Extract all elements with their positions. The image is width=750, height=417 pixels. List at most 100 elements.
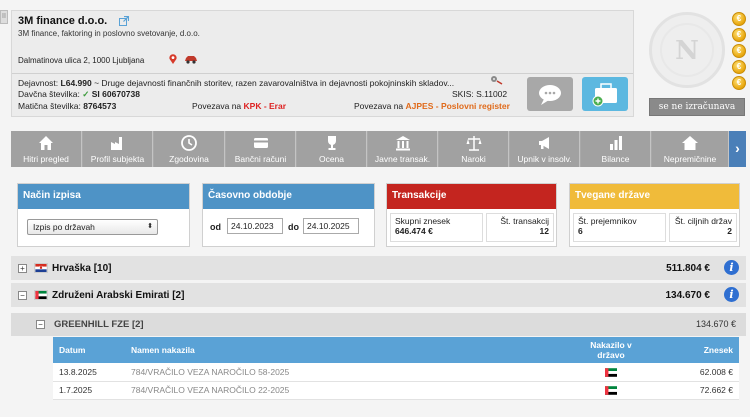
select-arrows-icon: ⬍ bbox=[147, 223, 153, 230]
gear-link-icon[interactable] bbox=[490, 75, 504, 85]
activity-row: Dejavnost: L64.990 ~ Druge dejavnosti fi… bbox=[18, 78, 455, 88]
kpk-link-row: Povezava na KPK - Erar bbox=[192, 101, 287, 111]
collapse-toggle[interactable]: − bbox=[18, 291, 27, 300]
euro-coin-icon: € bbox=[732, 28, 746, 42]
map-pin-icon[interactable] bbox=[168, 54, 178, 64]
car-icon[interactable] bbox=[184, 54, 198, 64]
tax-row: Davčna številka: ✓ SI 60670738 bbox=[18, 89, 140, 99]
tab-upnik-v-insolvenci[interactable]: Upnik v insolv. bbox=[510, 131, 580, 167]
recipient-name: GREENHILL FZE [2] bbox=[54, 319, 144, 330]
display-mode-select[interactable]: Izpis po državah ⬍ bbox=[27, 219, 158, 235]
croatia-flag-icon bbox=[34, 263, 48, 273]
uae-flag-icon bbox=[605, 368, 617, 377]
tab-bilance[interactable]: Bilance bbox=[581, 131, 651, 167]
time-period-panel: Časovno obdobje od 24.10.2023 do 24.10.2… bbox=[202, 183, 375, 247]
date-from-input[interactable]: 24.10.2023 bbox=[227, 218, 283, 234]
total-amount-cell: Skupni znesek 646.474 € bbox=[390, 213, 483, 242]
table-row[interactable]: 1.7.2025 784/VRAČILO VEZA NAROČILO 22-20… bbox=[53, 381, 739, 400]
date-to-input[interactable]: 24.10.2025 bbox=[303, 218, 359, 234]
company-name: 3M finance d.o.o. bbox=[18, 15, 108, 27]
risk-countries-title: Tvegane države bbox=[570, 184, 739, 209]
euro-coin-icon: € bbox=[732, 44, 746, 58]
rating-seal: N bbox=[649, 12, 725, 88]
add-to-portfolio-button[interactable] bbox=[582, 77, 628, 111]
transactions-title: Transakcije bbox=[387, 184, 556, 209]
registration-number: 8764573 bbox=[83, 101, 117, 111]
country-amount: 511.804 € bbox=[666, 263, 710, 274]
euro-coin-icon: € bbox=[732, 76, 746, 90]
tab-naroki[interactable]: Naroki bbox=[439, 131, 509, 167]
company-description: 3M finance, faktoring in poslovno svetov… bbox=[18, 29, 200, 38]
country-row-uae[interactable]: − Združeni Arabski Emirati [2] 134.670 €… bbox=[11, 283, 746, 308]
activity-code: L64.990 bbox=[60, 78, 92, 88]
row-country bbox=[571, 381, 651, 400]
date-to-label: do bbox=[288, 222, 299, 232]
info-icon[interactable]: i bbox=[724, 260, 739, 275]
column-date[interactable]: Datum bbox=[53, 337, 125, 363]
recipient-row-greenhill[interactable]: − GREENHILL FZE [2] 134.670 € bbox=[11, 313, 746, 336]
expand-toggle[interactable]: + bbox=[18, 264, 27, 273]
calculation-status-button[interactable]: se ne izračunava bbox=[649, 98, 745, 116]
column-purpose[interactable]: Namen nakazila bbox=[125, 337, 571, 363]
ajpes-link[interactable]: AJPES - Poslovni register bbox=[406, 101, 510, 111]
target-countries-cell: Št. ciljnih držav 2 bbox=[669, 213, 737, 242]
transactions-panel: Transakcije Skupni znesek 646.474 € Št. … bbox=[386, 183, 557, 247]
country-row-croatia[interactable]: + Hrvaška [10] 511.804 € i bbox=[11, 256, 746, 281]
ajpes-link-row: Povezava na AJPES - Poslovni register bbox=[354, 101, 510, 111]
row-date: 1.7.2025 bbox=[53, 381, 125, 400]
row-amount: 72.662 € bbox=[651, 381, 739, 400]
trophy-icon bbox=[327, 136, 336, 150]
tab-zgodovina[interactable]: Zgodovina bbox=[154, 131, 225, 167]
side-toggle-tab[interactable]: II bbox=[0, 10, 8, 24]
company-header: 3M finance d.o.o. 3M finance, faktoring … bbox=[11, 10, 634, 117]
external-link-icon[interactable] bbox=[119, 16, 129, 26]
scales-icon bbox=[466, 136, 481, 151]
bank-card-icon bbox=[253, 138, 268, 148]
collapse-toggle[interactable]: − bbox=[36, 320, 45, 329]
megaphone-icon bbox=[538, 137, 549, 149]
tab-ocena[interactable]: Ocena bbox=[297, 131, 367, 167]
column-amount[interactable]: Znesek bbox=[651, 337, 739, 363]
kpk-link[interactable]: KPK - Erar bbox=[244, 101, 287, 111]
tabs-next-arrow[interactable]: › bbox=[729, 131, 746, 167]
table-row[interactable]: 13.8.2025 784/VRAČILO VEZA NAROČILO 58-2… bbox=[53, 363, 739, 382]
verified-check-icon: ✓ bbox=[82, 89, 90, 99]
comments-button[interactable] bbox=[527, 77, 573, 111]
recipient-amount: 134.670 € bbox=[695, 319, 736, 329]
clock-icon bbox=[181, 135, 197, 151]
euro-coin-icon: € bbox=[732, 12, 746, 26]
table-header-row: Datum Namen nakazila Nakazilo v državo Z… bbox=[53, 337, 739, 363]
country-name: Hrvaška [10] bbox=[52, 263, 112, 274]
company-address: Dalmatinova ulica 2, 1000 Ljubljana bbox=[18, 56, 145, 65]
bar-chart-icon bbox=[609, 136, 622, 150]
tab-hitri-pregled[interactable]: Hitri pregled bbox=[11, 131, 82, 167]
tab-bancni-racuni[interactable]: Bančni računi bbox=[226, 131, 296, 167]
country-name: Združeni Arabski Emirati [2] bbox=[52, 290, 185, 301]
tax-number: SI 60670738 bbox=[91, 89, 140, 99]
uae-flag-icon bbox=[34, 290, 48, 300]
section-tabbar: Hitri pregled Profil subjekta Zgodovina … bbox=[11, 131, 746, 167]
transaction-count-value: 12 bbox=[539, 226, 549, 236]
recipients-count-cell: Št. prejemnikov 6 bbox=[573, 213, 666, 242]
skis-code: SKIS: S.11002 bbox=[452, 89, 508, 99]
info-icon[interactable]: i bbox=[724, 287, 739, 302]
tab-javne-transakcije[interactable]: Javne transak. bbox=[368, 131, 438, 167]
chat-bubble-icon bbox=[539, 85, 561, 105]
government-icon bbox=[395, 136, 410, 151]
total-amount-value: 646.474 € bbox=[395, 226, 433, 236]
factory-icon bbox=[110, 137, 122, 150]
row-date: 13.8.2025 bbox=[53, 363, 125, 382]
registration-row: Matična številka: 8764573 bbox=[18, 101, 117, 111]
house-icon bbox=[682, 136, 698, 150]
tab-nepremicnine[interactable]: Nepremičnine bbox=[652, 131, 729, 167]
display-mode-title: Način izpisa bbox=[18, 184, 189, 209]
recipients-count-value: 6 bbox=[578, 226, 583, 236]
transactions-table: Datum Namen nakazila Nakazilo v državo Z… bbox=[53, 337, 739, 400]
header-divider bbox=[12, 73, 633, 74]
transaction-count-cell: Št. transakcij 12 bbox=[486, 213, 554, 242]
tab-profil-subjekta[interactable]: Profil subjekta bbox=[83, 131, 153, 167]
briefcase-add-icon bbox=[592, 83, 617, 107]
column-destination-country[interactable]: Nakazilo v državo bbox=[571, 337, 651, 363]
row-amount: 62.008 € bbox=[651, 363, 739, 382]
target-countries-value: 2 bbox=[727, 226, 732, 236]
